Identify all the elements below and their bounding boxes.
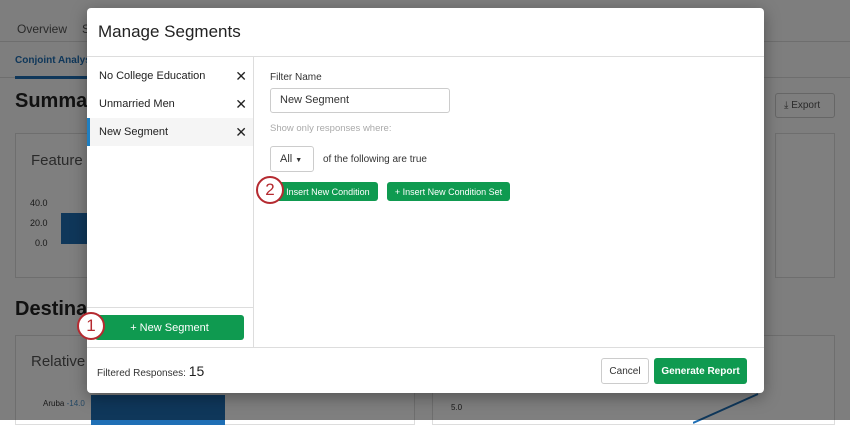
segment-label: Unmarried Men [99,98,175,110]
generate-report-button[interactable]: Generate Report [654,358,747,384]
filter-name-input[interactable]: New Segment [270,88,450,113]
new-segment-button[interactable]: + New Segment [95,315,244,340]
filter-editor: Filter Name New Segment Show only respon… [270,72,750,201]
close-icon[interactable]: ✕ [235,96,247,113]
filtered-count: 15 [188,363,205,379]
step-marker-2: 2 [256,176,284,204]
match-suffix: of the following are true [323,153,427,165]
segment-label: No College Education [99,70,206,82]
match-select[interactable]: All ▼ [270,146,314,172]
close-icon[interactable]: ✕ [235,68,247,85]
cancel-button[interactable]: Cancel [601,358,649,384]
segment-item-selected[interactable]: New Segment ✕ [87,118,253,146]
segment-item[interactable]: Unmarried Men ✕ [87,90,253,118]
segment-label: New Segment [99,126,169,138]
filter-name-label: Filter Name [270,72,322,83]
dialog-title: Manage Segments [87,8,764,57]
close-icon[interactable]: ✕ [235,124,247,141]
insert-condition-button[interactable]: + Insert New Condition [270,182,378,201]
segment-list: No College Education ✕ Unmarried Men ✕ New… [87,57,254,347]
match-select-value: All [280,153,293,165]
dialog-footer: Filtered Responses: 15 Cancel Generate R… [87,347,764,393]
left-footer: + New Segment [87,307,253,347]
caret-down-icon: ▼ [295,157,303,164]
filtered-responses: Filtered Responses: 15 [97,363,205,379]
segment-item[interactable]: No College Education ✕ [87,62,253,90]
filter-hint: Show only responses where: [270,123,392,134]
manage-segments-dialog: Manage Segments No College Education ✕ Un… [87,8,764,393]
insert-condition-set-button[interactable]: + Insert New Condition Set [387,182,510,201]
step-marker-1: 1 [77,312,105,340]
